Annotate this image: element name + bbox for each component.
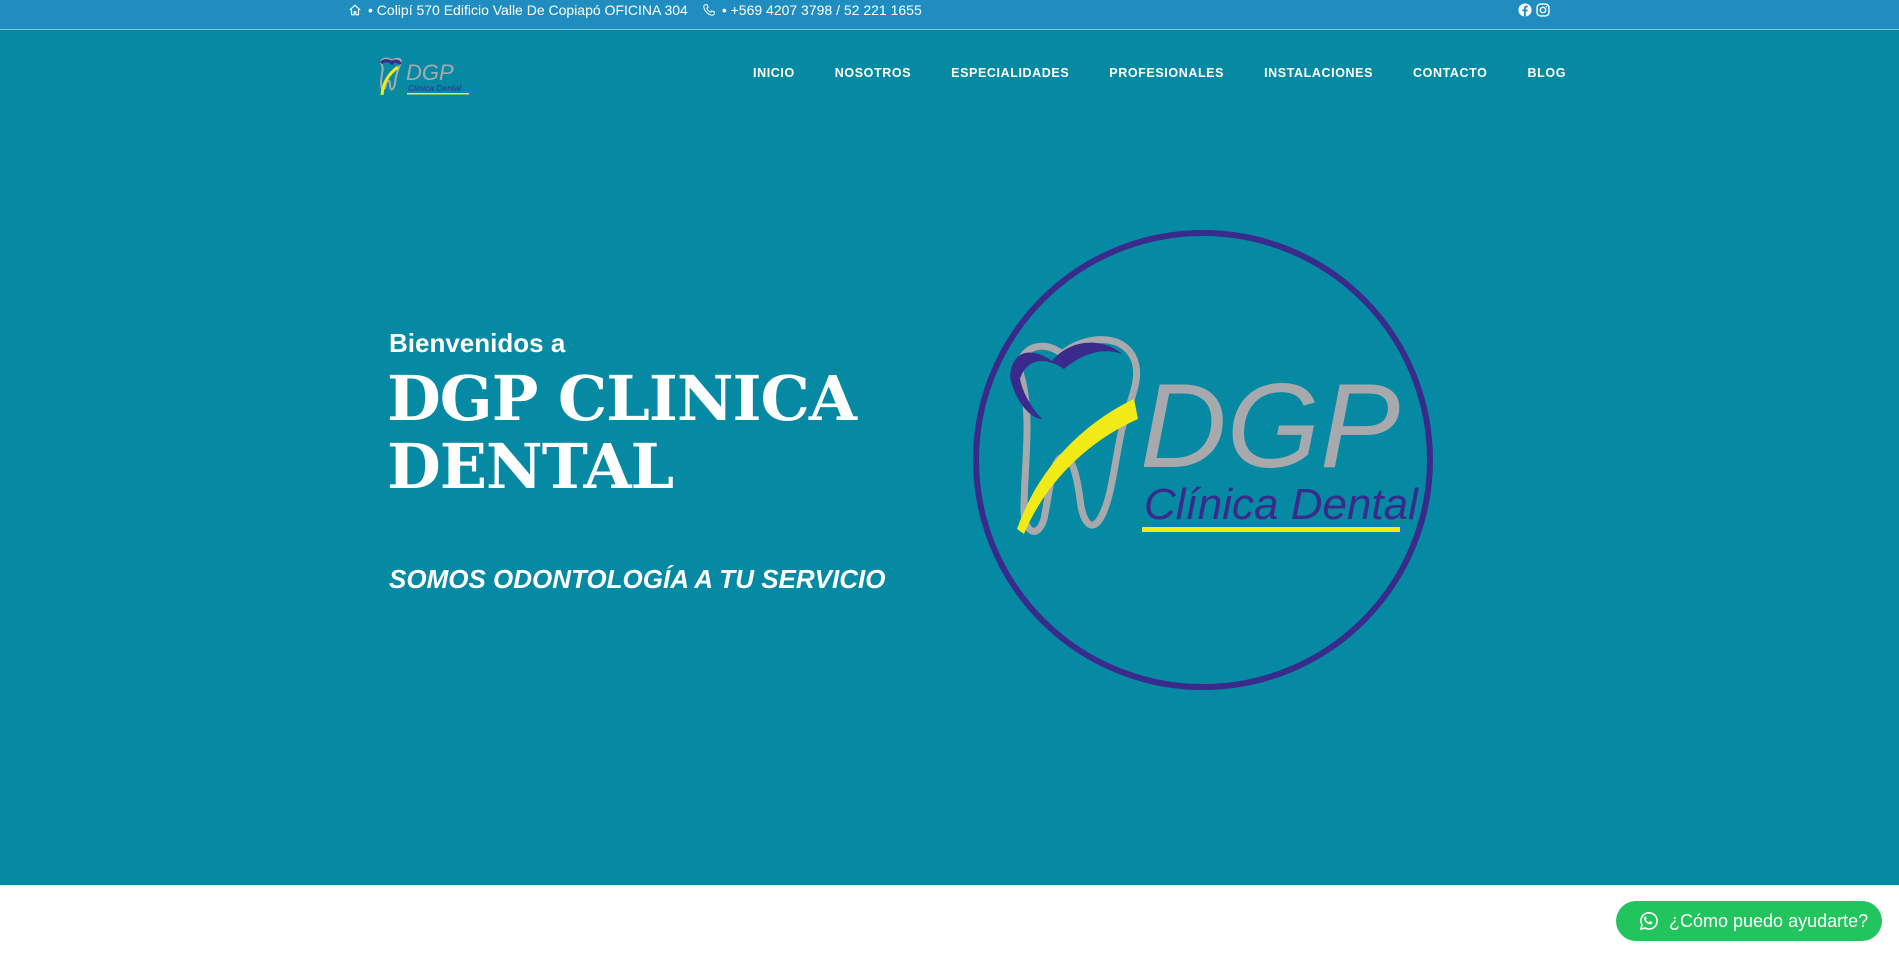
address-item: • Colipí 570 Edificio Valle De Copiapó O… bbox=[348, 2, 688, 18]
nav-item-contacto[interactable]: CONTACTO bbox=[1393, 66, 1507, 80]
chat-label: ¿Cómo puedo ayudarte? bbox=[1669, 910, 1869, 931]
nav-item-blog[interactable]: BLOG bbox=[1508, 66, 1587, 80]
facebook-icon[interactable] bbox=[1518, 3, 1532, 17]
main-nav: INICIO NOSOTROS ESPECIALIDADES PROFESION… bbox=[733, 66, 1586, 80]
whatsapp-chat-button[interactable]: ¿Cómo puedo ayudarte? bbox=[1616, 901, 1882, 941]
nav-item-instalaciones[interactable]: INSTALACIONES bbox=[1244, 66, 1393, 80]
phone-icon bbox=[703, 4, 715, 16]
nav-item-nosotros[interactable]: NOSOTROS bbox=[815, 66, 931, 80]
contact-info: • Colipí 570 Edificio Valle De Copiapó O… bbox=[348, 0, 930, 20]
social-links bbox=[1518, 3, 1550, 17]
nav-item-especialidades[interactable]: ESPECIALIDADES bbox=[931, 66, 1089, 80]
hero-logo-brand: DGP bbox=[1140, 359, 1400, 493]
nav-item-inicio[interactable]: INICIO bbox=[733, 66, 815, 80]
whatsapp-icon bbox=[1639, 911, 1658, 931]
logo-tagline-text: Clínica Dental bbox=[408, 83, 462, 93]
logo-brand-text: DGP bbox=[406, 60, 454, 85]
phone-item: • +569 4207 3798 / 52 221 1655 bbox=[702, 2, 922, 18]
nav-item-profesionales[interactable]: PROFESIONALES bbox=[1089, 66, 1244, 80]
hero-subtitle: SOMOS ODONTOLOGÍA A TU SERVICIO bbox=[389, 564, 886, 594]
hero-welcome-text: Bienvenidos a bbox=[389, 328, 566, 358]
phone-text: • +569 4207 3798 / 52 221 1655 bbox=[721, 2, 922, 18]
hero-logo-tagline: Clínica Dental bbox=[1144, 480, 1419, 529]
instagram-icon[interactable] bbox=[1536, 3, 1550, 17]
hero-title: DGP CLINICA DENTAL bbox=[387, 362, 857, 503]
top-info-bar: • Colipí 570 Edificio Valle De Copiapó O… bbox=[0, 0, 1899, 30]
hero-logo-badge: DGP Clínica Dental bbox=[973, 230, 1433, 690]
hero-header: DGP Clínica Dental INICIO NOSOTROS ESPEC… bbox=[0, 30, 1899, 885]
home-icon bbox=[349, 4, 361, 16]
address-text: • Colipí 570 Edificio Valle De Copiapó O… bbox=[368, 2, 688, 18]
site-logo[interactable]: DGP Clínica Dental bbox=[376, 55, 472, 101]
